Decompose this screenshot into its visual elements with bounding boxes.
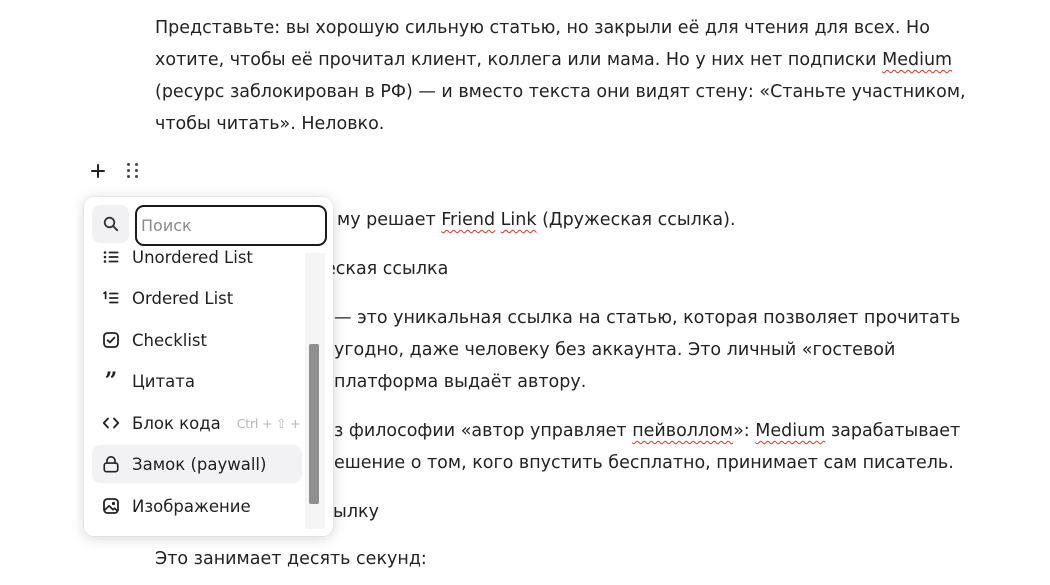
misspelled-word[interactable]: Medium [882, 50, 952, 70]
menu-item-unordered-list[interactable]: Unordered List [92, 249, 302, 276]
friend-link-paragraph[interactable]: му решает Friend Link (Дружеская ссылка)… [337, 204, 736, 236]
subheading-paragraph[interactable]: ылку [333, 496, 379, 528]
intro-line-2: хотите, чтобы её прочитал клиент, коллег… [155, 44, 966, 76]
paragraph-text: зарабатывает [825, 421, 961, 441]
philosophy-line-1: з философии «автор управляет пейволлом»:… [334, 415, 960, 447]
heading-paragraph[interactable]: еская ссылка [325, 253, 448, 285]
intro-line-3: (ресурс заблокирован в РФ) — и вместо те… [155, 82, 966, 102]
misspelled-word[interactable]: Friend [441, 210, 495, 230]
block-insert-menu: Unordered List Ordered List Checklist ” [84, 197, 333, 536]
ordered-list-icon [102, 289, 120, 307]
drag-handle-icon[interactable] [126, 161, 140, 181]
scrollbar-thumb[interactable] [309, 344, 319, 504]
menu-item-label: Цитата [132, 371, 195, 391]
menu-item-label: Checklist [132, 330, 207, 350]
definition-line-1: — это уникальная ссылка на статью, котор… [334, 308, 961, 328]
misspelled-word[interactable]: Medium [755, 421, 825, 441]
paragraph-text: з философии «автор управляет [334, 421, 633, 441]
paragraph-text: му решает [337, 210, 442, 230]
steps-intro-paragraph[interactable]: Это занимает десять секунд: [155, 543, 427, 575]
misspelled-word[interactable]: пейволлом [632, 421, 733, 441]
philosophy-paragraph[interactable]: з философии «автор управляет пейволлом»:… [334, 415, 960, 479]
menu-item-checklist[interactable]: Checklist [92, 321, 302, 359]
block-controls [88, 158, 140, 184]
paragraph-text: »: [733, 421, 756, 441]
menu-item-quote[interactable]: ” Цитата [92, 362, 302, 400]
checklist-icon [102, 331, 120, 349]
intro-line-2-text: хотите, чтобы её прочитал клиент, коллег… [155, 50, 883, 70]
philosophy-line-2: ешение о том, кого впустить бесплатно, п… [334, 453, 954, 473]
unordered-list-icon [102, 249, 120, 266]
keyboard-shortcut: Ctrl + ⇧ + K [236, 415, 313, 431]
definition-line-2: угодно, даже человеку без аккаунта. Это … [334, 340, 896, 360]
plus-icon[interactable] [88, 161, 108, 181]
search-button[interactable] [92, 205, 129, 243]
search-row [92, 205, 327, 249]
menu-item-image[interactable]: Изображение [92, 487, 302, 525]
menu-item-label: Изображение [132, 496, 251, 516]
quote-icon: ” [104, 368, 118, 394]
definition-line-3: платформа выдаёт автору. [334, 372, 587, 392]
search-input[interactable] [135, 205, 327, 246]
lock-icon [102, 455, 120, 473]
code-icon [102, 414, 120, 432]
menu-item-label: Блок кода [132, 413, 221, 433]
menu-item-label: Замок (paywall) [132, 454, 267, 474]
menu-item-ordered-list[interactable]: Ordered List [92, 279, 302, 317]
search-icon [103, 216, 118, 232]
menu-item-label: Unordered List [132, 249, 253, 267]
definition-paragraph[interactable]: — это уникальная ссылка на статью, котор… [334, 302, 960, 398]
image-icon [102, 497, 120, 515]
menu-list[interactable]: Unordered List Ordered List Checklist ” [84, 249, 324, 536]
menu-item-paywall-lock[interactable]: Замок (paywall) [92, 445, 302, 483]
intro-line-4: чтобы читать». Неловко. [155, 114, 385, 134]
intro-line-1: Представьте: вы хорошую сильную статью, … [155, 18, 930, 38]
menu-item-code-block[interactable]: Блок кода Ctrl + ⇧ + K [92, 404, 312, 442]
misspelled-word[interactable]: Link [501, 210, 537, 230]
paragraph-text: (Дружеская ссылка). [536, 210, 736, 230]
intro-paragraph[interactable]: Представьте: вы хорошую сильную статью, … [155, 12, 966, 140]
menu-item-label: Ordered List [132, 288, 234, 308]
